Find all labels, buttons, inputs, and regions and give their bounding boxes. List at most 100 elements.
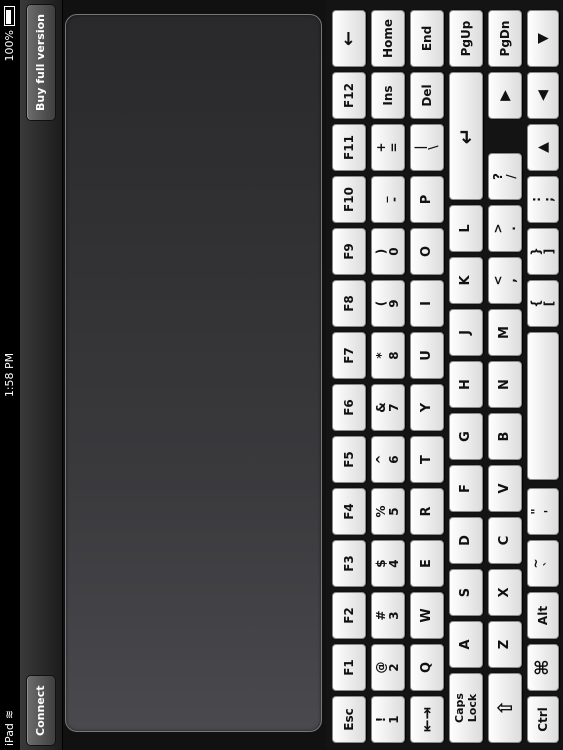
key-semicolon[interactable]: :; — [527, 176, 559, 223]
key-v[interactable]: V — [488, 465, 522, 512]
key-f11[interactable]: F11 — [332, 124, 366, 171]
key-d[interactable]: D — [449, 517, 483, 564]
key-slash-main: / — [504, 174, 518, 179]
key-9[interactable]: (9 — [371, 280, 405, 327]
key-w[interactable]: W — [410, 592, 444, 639]
key-caps-line1: Caps — [453, 693, 466, 723]
key-lbrace-main: [ — [542, 300, 556, 307]
key-shift[interactable]: ⇧ — [488, 673, 522, 743]
key-f6[interactable]: F6 — [332, 384, 366, 431]
key-quote[interactable]: " ' — [527, 488, 559, 535]
key-m[interactable]: M — [488, 309, 522, 356]
key-g[interactable]: G — [449, 413, 483, 460]
key-esc[interactable]: Esc — [332, 696, 366, 743]
key-slash[interactable]: ? / — [488, 153, 522, 200]
key-7[interactable]: & 7 — [371, 384, 405, 431]
key-y[interactable]: Y — [410, 384, 444, 431]
key-f1[interactable]: F1 — [332, 644, 366, 691]
key-5[interactable]: % 5 — [371, 488, 405, 535]
key-c[interactable]: C — [488, 517, 522, 564]
key-3-main: 3 — [387, 611, 401, 620]
key-backspace[interactable]: ← — [332, 10, 366, 67]
key-n[interactable]: N — [488, 361, 522, 408]
landscape-screen: iPad ≋ 1:58 PM 100% Connect Buy full vers… — [0, 0, 563, 750]
key-5-main: 5 — [387, 507, 401, 516]
key-minus-main: - — [387, 197, 401, 202]
key-z[interactable]: Z — [488, 621, 522, 668]
key-a[interactable]: A — [449, 621, 483, 668]
key-e[interactable]: E — [410, 540, 444, 587]
key-q[interactable]: Q — [410, 644, 444, 691]
toolbar: Connect Buy full version — [20, 0, 63, 750]
key-s[interactable]: S — [449, 569, 483, 616]
key-lbrace[interactable]: {[ — [527, 280, 559, 327]
key-f8[interactable]: F8 — [332, 280, 366, 327]
key-9-main: 9 — [387, 299, 401, 308]
key-f7[interactable]: F7 — [332, 332, 366, 379]
key-cmd[interactable]: ⌘ — [527, 644, 559, 691]
trackpad[interactable] — [65, 14, 322, 732]
key-comma-main: , — [504, 278, 518, 283]
key-rbrace[interactable]: }] — [527, 228, 559, 275]
key-0-main: 0 — [387, 247, 401, 256]
key-i[interactable]: I — [410, 280, 444, 327]
key-enter[interactable]: ↵ — [449, 72, 483, 200]
key-equals[interactable]: + = — [371, 124, 405, 171]
key-8-main: 8 — [387, 351, 401, 360]
key-f12[interactable]: F12 — [332, 72, 366, 119]
key-o[interactable]: O — [410, 228, 444, 275]
key-r[interactable]: R — [410, 488, 444, 535]
key-f9[interactable]: F9 — [332, 228, 366, 275]
key-k[interactable]: K — [449, 257, 483, 304]
key-2[interactable]: @2 — [371, 644, 405, 691]
key-f[interactable]: F — [449, 465, 483, 512]
key-f3[interactable]: F3 — [332, 540, 366, 587]
key-del[interactable]: Del — [410, 72, 444, 119]
key-rbrace-main: ] — [542, 248, 556, 255]
key-arrow-up[interactable]: ▲ — [527, 124, 559, 171]
key-equals-main: = — [387, 142, 401, 153]
key-4[interactable]: $4 — [371, 540, 405, 587]
key-home[interactable]: Home — [371, 10, 405, 67]
key-f10[interactable]: F10 — [332, 176, 366, 223]
key-pgdn[interactable]: PgDn — [488, 10, 522, 67]
key-quote-main: ' — [542, 509, 556, 514]
key-h[interactable]: H — [449, 361, 483, 408]
clock: 1:58 PM — [3, 352, 16, 398]
key-ctrl[interactable]: Ctrl — [527, 696, 559, 743]
key-arrow-left[interactable]: ◀ — [527, 72, 559, 119]
key-comma[interactable]: <, — [488, 257, 522, 304]
key-end[interactable]: End — [410, 10, 444, 67]
key-p[interactable]: P — [410, 176, 444, 223]
key-ins[interactable]: Ins — [371, 72, 405, 119]
key-period[interactable]: >. — [488, 205, 522, 252]
key-b[interactable]: B — [488, 413, 522, 460]
key-3[interactable]: #3 — [371, 592, 405, 639]
key-6[interactable]: ^ 6 — [371, 436, 405, 483]
key-backslash[interactable]: | \ — [410, 124, 444, 171]
key-arrow-down[interactable]: ▼ — [527, 10, 559, 67]
key-space[interactable] — [527, 332, 559, 480]
key-l[interactable]: L — [449, 205, 483, 252]
connect-button[interactable]: Connect — [26, 675, 56, 746]
key-8[interactable]: * 8 — [371, 332, 405, 379]
key-tilde-main: ` — [542, 560, 556, 567]
key-minus[interactable]: _ - — [371, 176, 405, 223]
key-tab[interactable]: ⇤⇥ — [410, 696, 444, 743]
key-alt[interactable]: Alt — [527, 592, 559, 639]
key-u[interactable]: U — [410, 332, 444, 379]
key-j[interactable]: J — [449, 309, 483, 356]
key-1[interactable]: ! 1 — [371, 696, 405, 743]
key-t[interactable]: T — [410, 436, 444, 483]
key-f2[interactable]: F2 — [332, 592, 366, 639]
key-0[interactable]: ) 0 — [371, 228, 405, 275]
key-x[interactable]: X — [488, 569, 522, 616]
key-pgup[interactable]: PgUp — [449, 10, 483, 67]
buy-full-version-button[interactable]: Buy full version — [26, 4, 56, 121]
key-f5[interactable]: F5 — [332, 436, 366, 483]
key-f4[interactable]: F4 — [332, 488, 366, 535]
battery-icon — [4, 6, 15, 26]
key-caps-lock[interactable]: Caps Lock — [449, 673, 483, 743]
key-arrow-right[interactable]: ▶ — [488, 72, 522, 119]
key-tilde[interactable]: ~ ` — [527, 540, 559, 587]
